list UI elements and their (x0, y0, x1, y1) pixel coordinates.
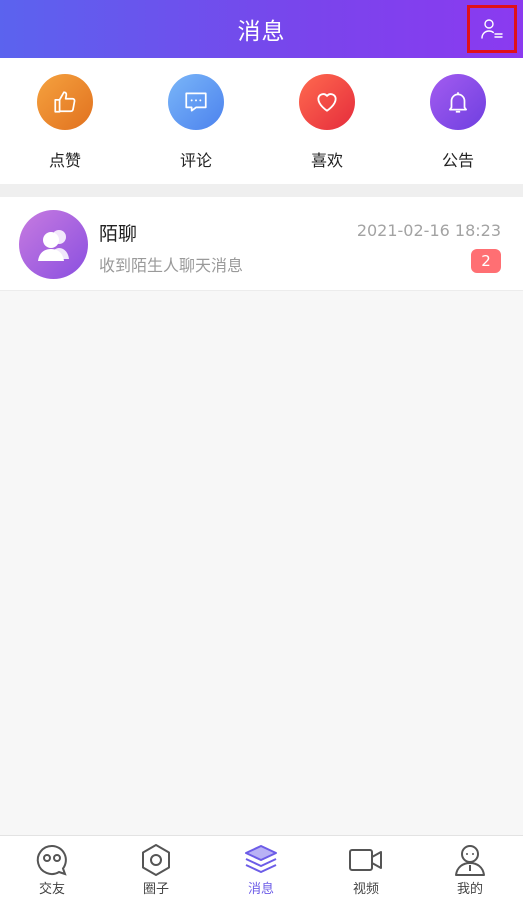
message-title: 陌聊 (99, 223, 138, 245)
page-title: 消息 (237, 19, 286, 45)
tab-label: 圈子 (142, 882, 169, 897)
tab-messages[interactable]: 消息 (221, 842, 301, 897)
message-preview: 收到陌生人聊天消息 (99, 256, 244, 275)
section-divider (0, 184, 523, 197)
tab-label: 视频 (352, 882, 379, 897)
tab-label: 消息 (247, 882, 274, 897)
tab-video[interactable]: 视频 (326, 842, 406, 897)
hexagon-icon (138, 842, 174, 878)
thumbs-up-icon (37, 74, 93, 130)
profile-icon (452, 842, 488, 878)
quick-actions: 点赞 评论 喜欢 公告 (0, 58, 523, 184)
quick-action-label: 喜欢 (310, 151, 343, 170)
quick-action-announcements[interactable]: 公告 (413, 74, 503, 171)
comment-icon (168, 74, 224, 130)
contacts-button[interactable] (467, 5, 517, 53)
header-bar: 消息 (0, 0, 523, 58)
message-time: 2021-02-16 18:23 (356, 221, 501, 240)
tab-mine[interactable]: 我的 (430, 842, 510, 897)
heart-icon (299, 74, 355, 130)
video-camera-icon (348, 842, 384, 878)
user-list-icon (481, 19, 503, 39)
message-row-stranger-chat[interactable]: 陌聊 收到陌生人聊天消息 2021-02-16 18:23 2 (0, 197, 523, 291)
quick-action-label: 公告 (441, 151, 474, 170)
unread-badge: 2 (471, 249, 501, 273)
chat-face-icon (34, 842, 70, 878)
quick-action-label: 评论 (179, 151, 212, 170)
tab-circle[interactable]: 圈子 (116, 842, 196, 897)
bottom-tab-bar: 交友 圈子 消息 视频 我的 (0, 835, 523, 900)
quick-action-label: 点赞 (48, 151, 81, 170)
quick-action-likes[interactable]: 点赞 (20, 74, 110, 171)
quick-action-comments[interactable]: 评论 (151, 74, 241, 171)
tab-label: 我的 (456, 882, 483, 897)
users-icon (19, 210, 88, 279)
tab-friends[interactable]: 交友 (12, 842, 92, 897)
layers-icon (243, 842, 279, 878)
bell-icon (430, 74, 486, 130)
quick-action-favorites[interactable]: 喜欢 (282, 74, 372, 171)
tab-label: 交友 (38, 882, 65, 897)
